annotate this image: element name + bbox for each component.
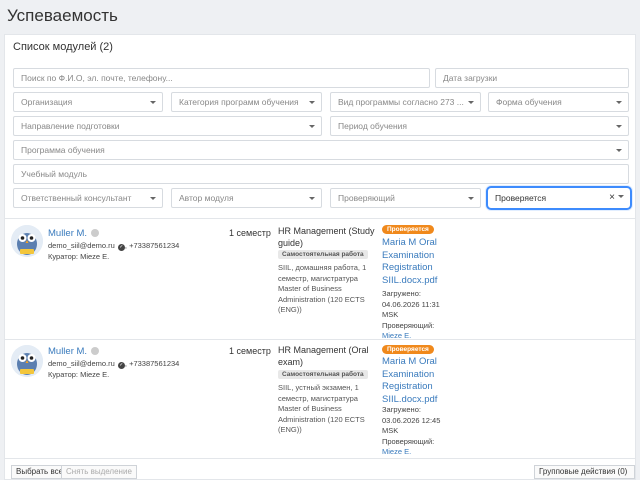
assignment-description: SIIL, устный экзамен, 1 семестр, магистр… <box>278 383 365 434</box>
divider <box>5 458 635 459</box>
semester-text: 1 семестр <box>229 346 271 356</box>
program-select[interactable]: Программа обучения <box>13 140 629 160</box>
uploaded-label: Загружено: <box>382 289 421 298</box>
file-link[interactable]: Maria M Oral Examination Registration SI… <box>382 237 452 287</box>
assignment-description: SIIL, домашняя работа, 1 семестр, магист… <box>278 263 367 314</box>
clear-icon[interactable]: × <box>609 188 615 208</box>
status-select[interactable]: Проверяется × <box>486 186 632 210</box>
reviewer-select[interactable]: Проверяющий <box>330 188 481 208</box>
student-name-link[interactable]: Muller M. <box>48 346 100 357</box>
reviewer-link[interactable]: Mieze E. <box>382 447 456 458</box>
panel-heading: Список модулей (2) <box>13 41 113 53</box>
owl-mascot-icon <box>11 225 43 257</box>
module-input[interactable]: Учебный модуль <box>13 164 629 184</box>
file-link[interactable]: Maria M Oral Examination Registration SI… <box>382 356 452 406</box>
modules-panel: Список модулей (2) Поиск по Ф.И.О, эл. п… <box>4 34 636 480</box>
direction-select[interactable]: Направление подготовки <box>13 116 322 136</box>
uploaded-value: 04.06.2026 11:31 MSK <box>382 299 440 320</box>
status-dot-icon <box>91 229 100 237</box>
student-name-link[interactable]: Muller M. <box>48 228 100 239</box>
reviewer-label: Проверяющий: <box>382 320 435 330</box>
deselect-button[interactable]: Снять выделение <box>61 465 137 479</box>
module-author-select[interactable]: Автор модуля <box>171 188 322 208</box>
status-dot-icon <box>91 347 100 355</box>
program-category-select[interactable]: Категория программ обучения <box>171 92 322 112</box>
organization-select[interactable]: Организация <box>13 92 163 112</box>
type-badge: Самостоятельная работа <box>278 250 368 259</box>
group-actions-button[interactable]: Групповые действия (0) ▾ <box>534 465 635 479</box>
period-select[interactable]: Период обучения <box>330 116 629 136</box>
status-badge: Проверяется <box>382 225 434 234</box>
verified-check-icon: ✓ <box>117 244 125 251</box>
divider <box>5 339 635 340</box>
uploaded-value: 03.06.2026 12:45 MSK <box>382 415 441 436</box>
status-badge: Проверяется <box>382 345 434 354</box>
type-badge: Самостоятельная работа <box>278 370 368 379</box>
consultant-select[interactable]: Ответственный консультант <box>13 188 163 208</box>
curator-text: Куратор: Mieze E. <box>48 370 110 379</box>
study-form-select[interactable]: Форма обучения <box>488 92 629 112</box>
search-input[interactable]: Поиск по Ф.И.О, эл. почте, телефону... <box>13 68 430 88</box>
assignment-title: HR Management (Oral exam) <box>278 345 369 367</box>
curator-text: Куратор: Mieze E. <box>48 252 110 261</box>
reviewer-label: Проверяющий: <box>382 436 435 446</box>
status-select-value: Проверяется <box>495 193 547 203</box>
verified-check-icon: ✓ <box>117 362 125 369</box>
upload-meta: Загружено: 03.06.2026 12:45 MSK Проверяю… <box>382 405 456 458</box>
page-title: Успеваемость <box>7 6 118 25</box>
assignment-title: HR Management (Study guide) <box>278 226 375 248</box>
divider <box>5 218 635 219</box>
upload-date-input[interactable]: Дата загрузки <box>435 68 629 88</box>
student-contact: demo_siil@demo.ru ✓, +73387561234 <box>48 359 180 369</box>
uploaded-label: Загружено: <box>382 405 421 414</box>
select-all-button[interactable]: Выбрать все <box>11 465 69 479</box>
group-actions-label: Групповые действия (0) <box>539 467 628 476</box>
student-contact: demo_siil@demo.ru ✓, +73387561234 <box>48 241 180 251</box>
semester-text: 1 семестр <box>229 228 271 238</box>
program-type-select[interactable]: Вид программы согласно 273 ... <box>330 92 481 112</box>
upload-meta: Загружено: 04.06.2026 11:31 MSK Проверяю… <box>382 289 456 342</box>
owl-mascot-icon <box>11 345 43 377</box>
